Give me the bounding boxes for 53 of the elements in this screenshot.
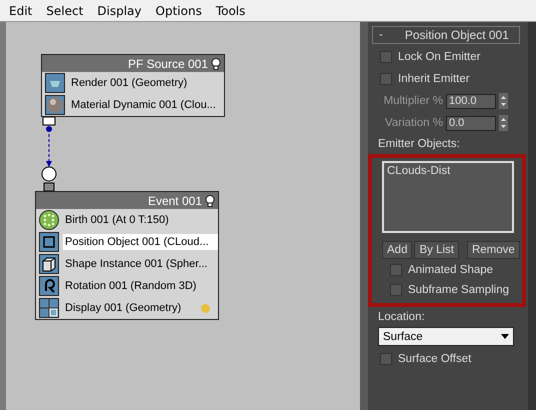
operator-label[interactable]: Display 001 (Geometry): [63, 300, 197, 316]
list-item[interactable]: CLouds-Dist: [387, 165, 509, 177]
menu-item[interactable]: Select: [41, 4, 88, 18]
checkbox[interactable]: [380, 353, 392, 365]
spinner-arrows-icon[interactable]: [499, 115, 508, 131]
menu-item[interactable]: Options: [150, 4, 207, 18]
operator-label[interactable]: Shape Instance 001 (Spher...: [63, 256, 218, 272]
list-button[interactable]: Add: [382, 241, 412, 259]
menu-item[interactable]: Display: [92, 4, 147, 18]
checkbox-label: Animated Shape: [408, 264, 494, 276]
node-title: Event 001: [148, 194, 202, 208]
checkbox-label: Lock On Emitter: [398, 51, 480, 63]
event-node[interactable]: PF Source 001 Render 001 (Geometry) Material Dynamic 001 (Clou...: [41, 54, 225, 117]
operator-label[interactable]: Material Dynamic 001 (Clou...: [69, 97, 224, 113]
event-node[interactable]: Event 001 Birth 001 (At 0 T:150) Position Object 001 (CLoud... Shape Instance 001 (Spher... Rotation 001 (Random 3D) Display 001 (Geometry): [35, 191, 219, 320]
sphere-icon: [45, 95, 65, 115]
dropdown-value: Surface: [383, 330, 423, 342]
checkbox[interactable]: [390, 264, 402, 276]
checkbox[interactable]: [390, 284, 402, 296]
rollout-title: Position Object 001: [404, 28, 509, 42]
display-icon: [39, 298, 59, 318]
checkbox-label: Inherit Emitter: [398, 73, 470, 85]
checkbox-label: Subframe Sampling: [408, 284, 509, 296]
collapse-toggle[interactable]: -: [379, 29, 383, 41]
checkbox[interactable]: [380, 51, 392, 63]
caret-icon: [501, 334, 509, 339]
menu-item[interactable]: Edit: [4, 4, 38, 18]
square-icon: [39, 232, 59, 252]
checkbox-label: Surface Offset: [398, 353, 472, 365]
lightbulb-icon[interactable]: [211, 58, 221, 70]
splitter[interactable]: [360, 22, 368, 410]
node-title: PF Source 001: [128, 56, 208, 70]
rotation-icon: [39, 276, 59, 296]
spinner-arrows-icon[interactable]: [499, 93, 508, 109]
menu-item[interactable]: Tools: [210, 4, 250, 18]
checkbox[interactable]: [380, 73, 392, 85]
operator-label[interactable]: Rotation 001 (Random 3D): [63, 278, 218, 294]
object-list[interactable]: CLouds-Dist: [382, 161, 514, 233]
operator-label[interactable]: Render 001 (Geometry): [69, 75, 224, 91]
group-title: Location:: [377, 311, 426, 323]
spinner-label: Multiplier %: [384, 95, 443, 107]
location-dropdown[interactable]: Surface: [378, 327, 514, 346]
operator-label[interactable]: Position Object 001 (CLoud...: [63, 234, 218, 250]
list-button[interactable]: Remove: [466, 241, 520, 259]
operator-label[interactable]: Birth 001 (At 0 T:150): [63, 212, 218, 228]
list-button[interactable]: By List: [414, 241, 459, 259]
cube-icon: [39, 254, 59, 274]
teapot-icon: [45, 73, 65, 93]
dots-circle-icon: [39, 210, 59, 230]
rollout-header[interactable]: - Position Object 001: [372, 26, 520, 44]
spinner-label: Variation %: [385, 117, 443, 129]
lightbulb-icon[interactable]: [205, 194, 215, 206]
group-title: Emitter Objects:: [377, 138, 461, 150]
